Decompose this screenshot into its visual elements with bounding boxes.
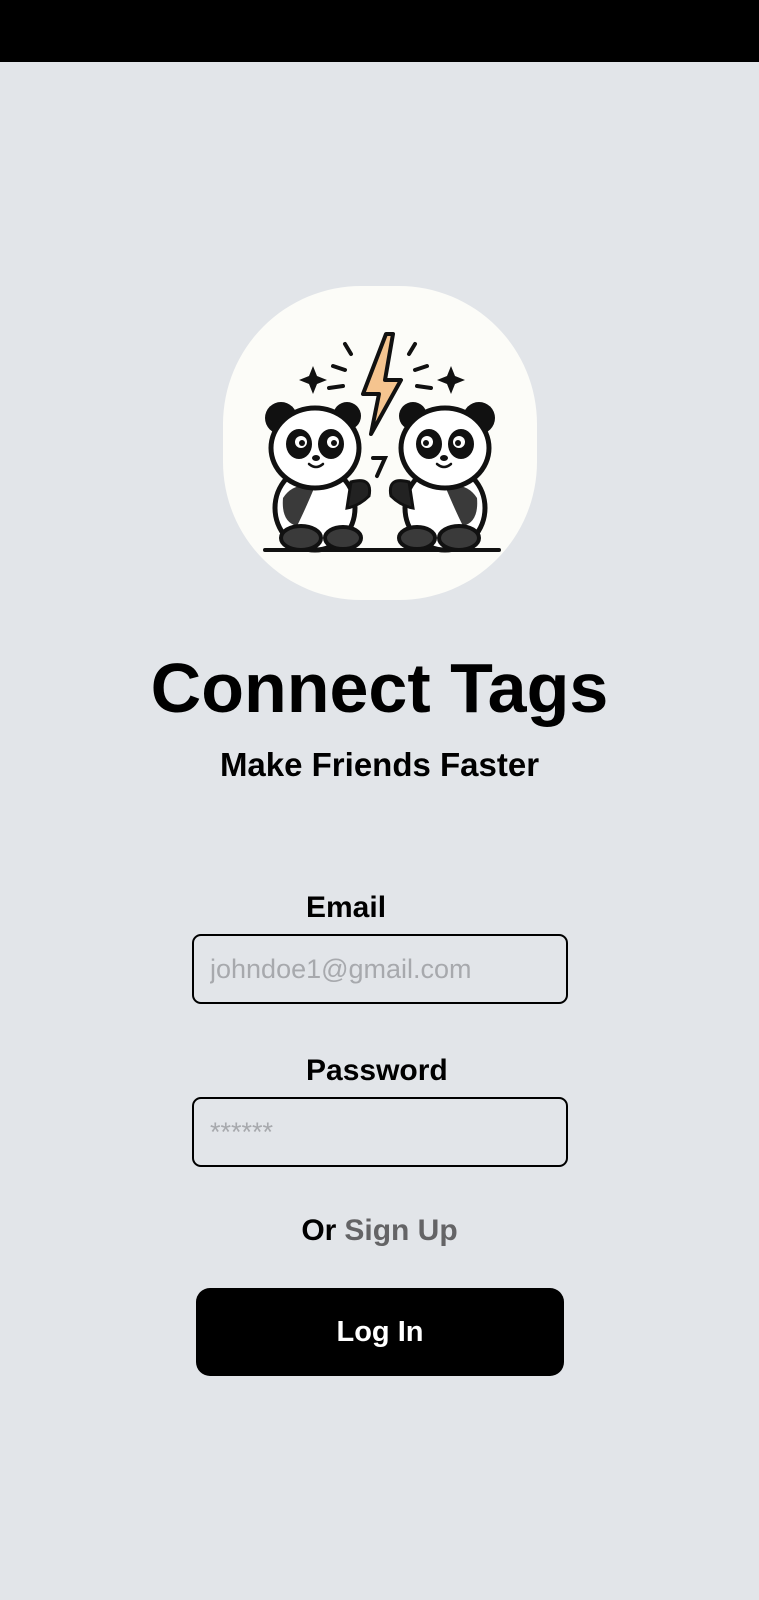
app-logo <box>223 286 537 600</box>
password-input[interactable] <box>192 1097 568 1167</box>
app-title: Connect Tags <box>150 649 609 727</box>
email-label: Email <box>306 891 387 924</box>
signup-row: Or Sign Up <box>0 1213 759 1249</box>
or-text: Or <box>301 1214 337 1247</box>
email-input[interactable] <box>192 934 568 1004</box>
app-subtitle: Make Friends Faster <box>219 746 540 783</box>
status-bar <box>0 0 759 62</box>
log-in-button[interactable]: Log In <box>196 1288 564 1376</box>
panda-friends-lightning-logo-icon <box>263 332 501 553</box>
password-label: Password <box>306 1054 448 1087</box>
sign-up-link[interactable]: Sign Up <box>344 1214 457 1247</box>
